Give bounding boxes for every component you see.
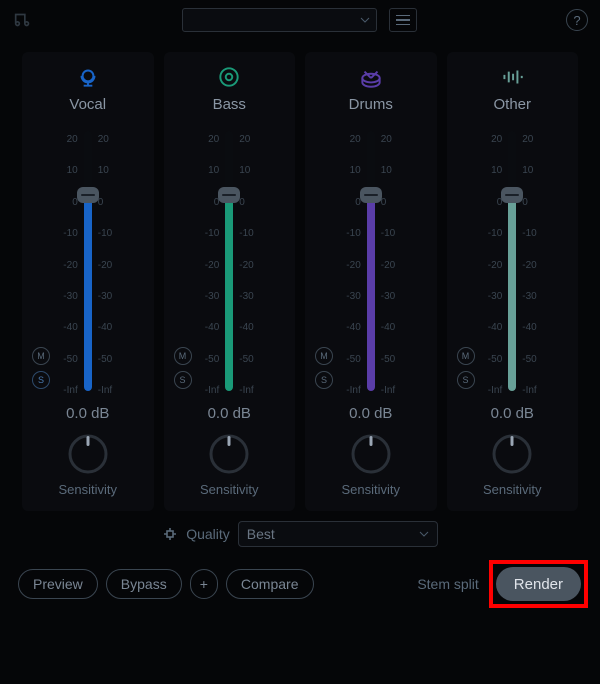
sensitivity-label: Sensitivity xyxy=(483,482,542,497)
slider-zone: M S 20100-10-20-30-40-50-Inf 20100-10-20… xyxy=(26,131,150,391)
scale-right: 20100-10-20-30-40-50-Inf xyxy=(522,131,542,391)
sensitivity-label: Sensitivity xyxy=(58,482,117,497)
slider-thumb[interactable] xyxy=(501,187,523,203)
drums-icon xyxy=(358,64,384,90)
scale-left: 20100-10-20-30-40-50-Inf xyxy=(482,131,502,391)
bypass-button[interactable]: Bypass xyxy=(106,569,182,599)
solo-button[interactable]: S xyxy=(457,371,475,389)
app-logo-icon xyxy=(12,9,34,31)
compare-button[interactable]: Compare xyxy=(226,569,314,599)
mute-button[interactable]: M xyxy=(457,347,475,365)
db-readout: 0.0 dB xyxy=(208,405,251,422)
channel-title: Drums xyxy=(349,96,393,113)
sensitivity-knob[interactable] xyxy=(207,432,251,476)
mute-button[interactable]: M xyxy=(32,347,50,365)
preview-button[interactable]: Preview xyxy=(18,569,98,599)
scale-left: 20100-10-20-30-40-50-Inf xyxy=(341,131,361,391)
vocal-icon xyxy=(75,64,101,90)
solo-button[interactable]: S xyxy=(315,371,333,389)
channel-bass: Bass M S 20100-10-20-30-40-50-Inf 20100-… xyxy=(164,52,296,511)
slider-thumb[interactable] xyxy=(360,187,382,203)
bottom-bar: Preview Bypass + Compare Stem split Rend… xyxy=(0,559,600,609)
bass-icon xyxy=(216,64,242,90)
channel-other: Other M S 20100-10-20-30-40-50-Inf 20100… xyxy=(447,52,579,511)
channel-title: Other xyxy=(493,96,531,113)
slider-zone: M S 20100-10-20-30-40-50-Inf 20100-10-20… xyxy=(309,131,433,391)
scale-right: 20100-10-20-30-40-50-Inf xyxy=(98,131,118,391)
quality-select[interactable]: Best xyxy=(238,521,438,547)
volume-slider[interactable] xyxy=(508,131,516,391)
volume-slider[interactable] xyxy=(367,131,375,391)
help-button[interactable]: ? xyxy=(566,9,588,31)
scale-left: 20100-10-20-30-40-50-Inf xyxy=(199,131,219,391)
channel-strip-container: Vocal M S 20100-10-20-30-40-50-Inf 20100… xyxy=(0,40,600,511)
slider-zone: M S 20100-10-20-30-40-50-Inf 20100-10-20… xyxy=(451,131,575,391)
scale-right: 20100-10-20-30-40-50-Inf xyxy=(381,131,401,391)
sensitivity-knob[interactable] xyxy=(349,432,393,476)
channel-title: Vocal xyxy=(69,96,106,113)
solo-button[interactable]: S xyxy=(174,371,192,389)
slider-thumb[interactable] xyxy=(218,187,240,203)
mute-button[interactable]: M xyxy=(174,347,192,365)
quality-label: Quality xyxy=(186,526,230,542)
stem-split-label[interactable]: Stem split xyxy=(417,576,478,592)
slider-zone: M S 20100-10-20-30-40-50-Inf 20100-10-20… xyxy=(168,131,292,391)
top-bar: ? xyxy=(0,0,600,40)
add-button[interactable]: + xyxy=(190,569,218,599)
db-readout: 0.0 dB xyxy=(491,405,534,422)
db-readout: 0.0 dB xyxy=(66,405,109,422)
quality-icon xyxy=(162,526,178,542)
channel-vocal: Vocal M S 20100-10-20-30-40-50-Inf 20100… xyxy=(22,52,154,511)
quality-row: Quality Best xyxy=(0,511,600,553)
scale-left: 20100-10-20-30-40-50-Inf xyxy=(58,131,78,391)
solo-button[interactable]: S xyxy=(32,371,50,389)
render-button[interactable]: Render xyxy=(496,567,581,601)
other-icon xyxy=(499,64,525,90)
menu-button[interactable] xyxy=(389,8,417,32)
channel-title: Bass xyxy=(213,96,246,113)
sensitivity-label: Sensitivity xyxy=(200,482,259,497)
scale-right: 20100-10-20-30-40-50-Inf xyxy=(239,131,259,391)
db-readout: 0.0 dB xyxy=(349,405,392,422)
channel-drums: Drums M S 20100-10-20-30-40-50-Inf 20100… xyxy=(305,52,437,511)
preset-select[interactable] xyxy=(182,8,377,32)
volume-slider[interactable] xyxy=(225,131,233,391)
sensitivity-knob[interactable] xyxy=(66,432,110,476)
mute-button[interactable]: M xyxy=(315,347,333,365)
quality-select-value: Best xyxy=(247,526,275,542)
render-highlight-box: Render xyxy=(489,560,588,608)
sensitivity-knob[interactable] xyxy=(490,432,534,476)
sensitivity-label: Sensitivity xyxy=(341,482,400,497)
volume-slider[interactable] xyxy=(84,131,92,391)
slider-thumb[interactable] xyxy=(77,187,99,203)
